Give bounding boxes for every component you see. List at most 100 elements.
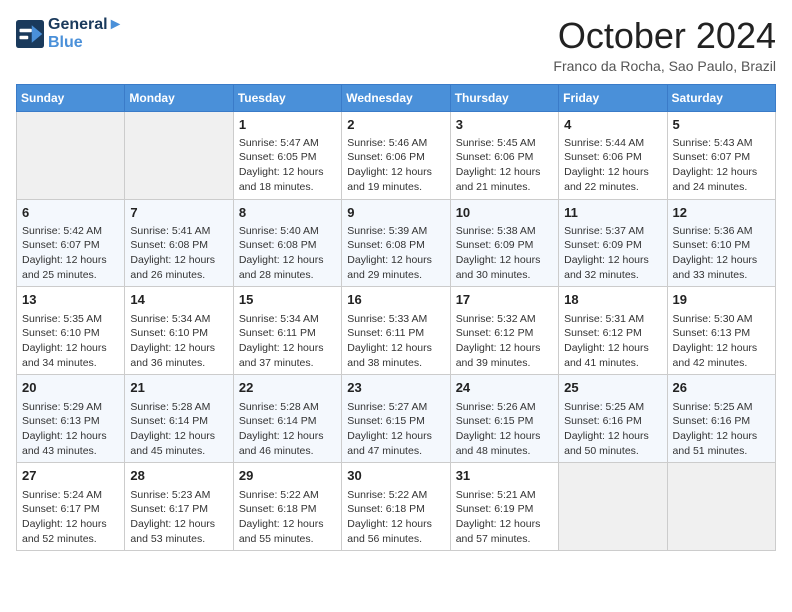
- sunset-text: Sunset: 6:11 PM: [239, 326, 336, 341]
- daylight-text: Daylight: 12 hours and 37 minutes.: [239, 341, 336, 370]
- sunset-text: Sunset: 6:16 PM: [564, 414, 661, 429]
- sunset-text: Sunset: 6:09 PM: [456, 238, 553, 253]
- daylight-text: Daylight: 12 hours and 48 minutes.: [456, 429, 553, 458]
- sunset-text: Sunset: 6:08 PM: [130, 238, 227, 253]
- calendar-cell: 11 Sunrise: 5:37 AMSunset: 6:09 PMDayligh…: [559, 199, 667, 287]
- sunset-text: Sunset: 6:14 PM: [239, 414, 336, 429]
- daylight-text: Daylight: 12 hours and 45 minutes.: [130, 429, 227, 458]
- sunset-text: Sunset: 6:06 PM: [347, 150, 444, 165]
- calendar-cell: 22Sunrise: 5:28 AMSunset: 6:14 PMDayligh…: [233, 375, 341, 463]
- daylight-text: Daylight: 12 hours and 25 minutes.: [22, 253, 119, 282]
- day-number: 10: [456, 204, 553, 222]
- calendar-week-2: 6Sunrise: 5:42 AMSunset: 6:07 PMDaylight…: [17, 199, 776, 287]
- calendar-cell: 13Sunrise: 5:35 AMSunset: 6:10 PMDayligh…: [17, 287, 125, 375]
- sunrise-text: Sunrise: 5:43 AM: [673, 136, 770, 151]
- day-number: 11: [564, 204, 661, 222]
- sunset-text: Sunset: 6:15 PM: [456, 414, 553, 429]
- calendar-week-5: 27Sunrise: 5:24 AMSunset: 6:17 PMDayligh…: [17, 463, 776, 551]
- sunrise-text: Sunrise: 5:32 AM: [456, 312, 553, 327]
- sunrise-text: Sunrise: 5:22 AM: [239, 488, 336, 503]
- day-number: 25: [564, 379, 661, 397]
- calendar-cell: 16Sunrise: 5:33 AMSunset: 6:11 PMDayligh…: [342, 287, 450, 375]
- calendar-cell: 2 Sunrise: 5:46 AMSunset: 6:06 PMDaylight…: [342, 111, 450, 199]
- sunrise-text: Sunrise: 5:35 AM: [22, 312, 119, 327]
- sunset-text: Sunset: 6:08 PM: [347, 238, 444, 253]
- sunrise-text: Sunrise: 5:29 AM: [22, 400, 119, 415]
- calendar-cell: [667, 463, 775, 551]
- day-number: 5: [673, 116, 770, 134]
- sunrise-text: Sunrise: 5:46 AM: [347, 136, 444, 151]
- day-number: 29: [239, 467, 336, 485]
- calendar-cell: 30Sunrise: 5:22 AMSunset: 6:18 PMDayligh…: [342, 463, 450, 551]
- day-number: 17: [456, 291, 553, 309]
- sunset-text: Sunset: 6:13 PM: [673, 326, 770, 341]
- calendar-cell: 25Sunrise: 5:25 AMSunset: 6:16 PMDayligh…: [559, 375, 667, 463]
- calendar-cell: 28Sunrise: 5:23 AMSunset: 6:17 PMDayligh…: [125, 463, 233, 551]
- sunset-text: Sunset: 6:09 PM: [564, 238, 661, 253]
- sunset-text: Sunset: 6:12 PM: [564, 326, 661, 341]
- sunrise-text: Sunrise: 5:25 AM: [564, 400, 661, 415]
- daylight-text: Daylight: 12 hours and 32 minutes.: [564, 253, 661, 282]
- day-number: 27: [22, 467, 119, 485]
- sunset-text: Sunset: 6:06 PM: [456, 150, 553, 165]
- daylight-text: Daylight: 12 hours and 52 minutes.: [22, 517, 119, 546]
- calendar-cell: 19Sunrise: 5:30 AMSunset: 6:13 PMDayligh…: [667, 287, 775, 375]
- calendar-cell: 3Sunrise: 5:45 AMSunset: 6:06 PMDaylight…: [450, 111, 558, 199]
- calendar-cell: 5 Sunrise: 5:43 AMSunset: 6:07 PMDaylight…: [667, 111, 775, 199]
- daylight-text: Daylight: 12 hours and 57 minutes.: [456, 517, 553, 546]
- sunset-text: Sunset: 6:18 PM: [347, 502, 444, 517]
- daylight-text: Daylight: 12 hours and 19 minutes.: [347, 165, 444, 194]
- day-number: 14: [130, 291, 227, 309]
- sunset-text: Sunset: 6:07 PM: [673, 150, 770, 165]
- sunrise-text: Sunrise: 5:41 AM: [130, 224, 227, 239]
- sunrise-text: Sunrise: 5:25 AM: [673, 400, 770, 415]
- daylight-text: Daylight: 12 hours and 38 minutes.: [347, 341, 444, 370]
- sunrise-text: Sunrise: 5:34 AM: [130, 312, 227, 327]
- sunrise-text: Sunrise: 5:38 AM: [456, 224, 553, 239]
- sunrise-text: Sunrise: 5:37 AM: [564, 224, 661, 239]
- daylight-text: Daylight: 12 hours and 22 minutes.: [564, 165, 661, 194]
- sunset-text: Sunset: 6:19 PM: [456, 502, 553, 517]
- day-number: 16: [347, 291, 444, 309]
- daylight-text: Daylight: 12 hours and 53 minutes.: [130, 517, 227, 546]
- daylight-text: Daylight: 12 hours and 47 minutes.: [347, 429, 444, 458]
- sunset-text: Sunset: 6:15 PM: [347, 414, 444, 429]
- day-number: 30: [347, 467, 444, 485]
- calendar-week-4: 20Sunrise: 5:29 AMSunset: 6:13 PMDayligh…: [17, 375, 776, 463]
- sunrise-text: Sunrise: 5:22 AM: [347, 488, 444, 503]
- sunset-text: Sunset: 6:14 PM: [130, 414, 227, 429]
- sunset-text: Sunset: 6:05 PM: [239, 150, 336, 165]
- day-number: 8: [239, 204, 336, 222]
- calendar-cell: 23Sunrise: 5:27 AMSunset: 6:15 PMDayligh…: [342, 375, 450, 463]
- daylight-text: Daylight: 12 hours and 34 minutes.: [22, 341, 119, 370]
- calendar-cell: [125, 111, 233, 199]
- dow-wednesday: Wednesday: [342, 84, 450, 111]
- calendar-cell: 31Sunrise: 5:21 AMSunset: 6:19 PMDayligh…: [450, 463, 558, 551]
- sunset-text: Sunset: 6:08 PM: [239, 238, 336, 253]
- sunset-text: Sunset: 6:10 PM: [22, 326, 119, 341]
- daylight-text: Daylight: 12 hours and 51 minutes.: [673, 429, 770, 458]
- sunrise-text: Sunrise: 5:33 AM: [347, 312, 444, 327]
- calendar-week-3: 13Sunrise: 5:35 AMSunset: 6:10 PMDayligh…: [17, 287, 776, 375]
- page-header: General► Blue October 2024 Franco da Roc…: [16, 16, 776, 74]
- dow-monday: Monday: [125, 84, 233, 111]
- day-number: 4: [564, 116, 661, 134]
- calendar-cell: 24Sunrise: 5:26 AMSunset: 6:15 PMDayligh…: [450, 375, 558, 463]
- dow-friday: Friday: [559, 84, 667, 111]
- calendar-table: SundayMondayTuesdayWednesdayThursdayFrid…: [16, 84, 776, 552]
- daylight-text: Daylight: 12 hours and 43 minutes.: [22, 429, 119, 458]
- dow-tuesday: Tuesday: [233, 84, 341, 111]
- daylight-text: Daylight: 12 hours and 24 minutes.: [673, 165, 770, 194]
- day-number: 2: [347, 116, 444, 134]
- calendar-cell: 7Sunrise: 5:41 AMSunset: 6:08 PMDaylight…: [125, 199, 233, 287]
- day-number: 9: [347, 204, 444, 222]
- sunrise-text: Sunrise: 5:44 AM: [564, 136, 661, 151]
- daylight-text: Daylight: 12 hours and 30 minutes.: [456, 253, 553, 282]
- calendar-cell: 8Sunrise: 5:40 AMSunset: 6:08 PMDaylight…: [233, 199, 341, 287]
- calendar-cell: 14Sunrise: 5:34 AMSunset: 6:10 PMDayligh…: [125, 287, 233, 375]
- logo-text: General► Blue: [48, 16, 123, 52]
- calendar-cell: 27Sunrise: 5:24 AMSunset: 6:17 PMDayligh…: [17, 463, 125, 551]
- calendar-week-1: 1Sunrise: 5:47 AMSunset: 6:05 PMDaylight…: [17, 111, 776, 199]
- day-number: 6: [22, 204, 119, 222]
- day-number: 24: [456, 379, 553, 397]
